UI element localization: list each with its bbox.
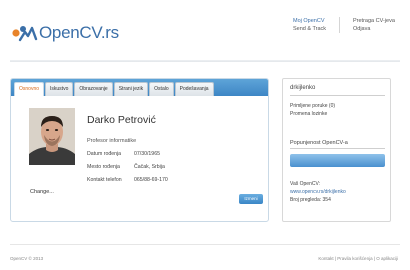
sidebar-username: drkijlenko [290,85,316,91]
tab-obrazovanje[interactable]: Obrazovanje [74,82,113,96]
sidebar-divider [290,95,385,96]
change-photo-link[interactable]: Change... [30,189,54,195]
edit-button[interactable]: Izmeni [239,194,263,204]
profile-name: Darko Petrović [87,114,156,126]
your-opencv-url[interactable]: www.opencv.rs/drkijlenko [290,189,346,195]
completeness-progress-bar [290,154,385,167]
tab-ostalo[interactable]: Ostalo [149,82,174,96]
nav-divider [339,17,340,33]
profile-title: Profesor informatike [87,138,137,144]
tab-osnovno[interactable]: Osnovno [14,82,45,96]
birth-place-label: Mesto rođenja [87,164,120,170]
topnav-right: Pretraga CV-jeva Odjava [353,17,395,33]
tab-strani-jezik[interactable]: Strani jezik [113,82,149,96]
views-count: Broj pregleda: 354 [290,197,331,203]
footer-links[interactable]: Kontakt | Pravila korišćenja | O aplikac… [318,256,398,261]
tab-iskustvo[interactable]: Iskustvo [45,82,74,96]
topnav-left: Moj OpenCV Send & Track [293,17,326,33]
footer-divider [10,244,400,245]
search-cv-link[interactable]: Pretraga CV-jeva [353,17,395,25]
completeness-heading: Popunjenost OpenCV-a [290,140,348,146]
logo-icon [12,26,38,42]
my-opencv-link[interactable]: Moj OpenCV [293,17,326,25]
profile-photo [29,108,75,165]
avatar [29,108,75,165]
messages-link[interactable]: Primljene poruke (0) [290,103,335,109]
completeness-divider [290,148,385,149]
logout-link[interactable]: Odjava [353,25,395,33]
phone-label: Kontakt telefon [87,177,122,183]
header-divider [10,60,400,62]
birth-date-value: 07/30/1965 [134,151,160,157]
profile-panel: Osnovno Iskustvo Obrazovanje Strani jezi… [10,78,269,222]
logo[interactable]: OpenCV.rs [12,22,119,44]
change-password-link[interactable]: Promena lozinke [290,111,327,117]
tab-podesavanja[interactable]: Podešavanja [174,82,214,96]
phone-value: 065/88-69-170 [134,177,168,183]
birth-date-label: Datum rođenja [87,151,122,157]
birth-place-value: Čačak, Srbija [134,164,165,170]
tab-bar: Osnovno Iskustvo Obrazovanje Strani jezi… [11,79,268,96]
send-track-link[interactable]: Send & Track [293,25,326,33]
logo-text: OpenCV.rs [39,23,119,42]
your-opencv-label: Vaš OpenCV: [290,181,321,187]
footer-copyright: OpenCV © 2013 [10,256,44,261]
